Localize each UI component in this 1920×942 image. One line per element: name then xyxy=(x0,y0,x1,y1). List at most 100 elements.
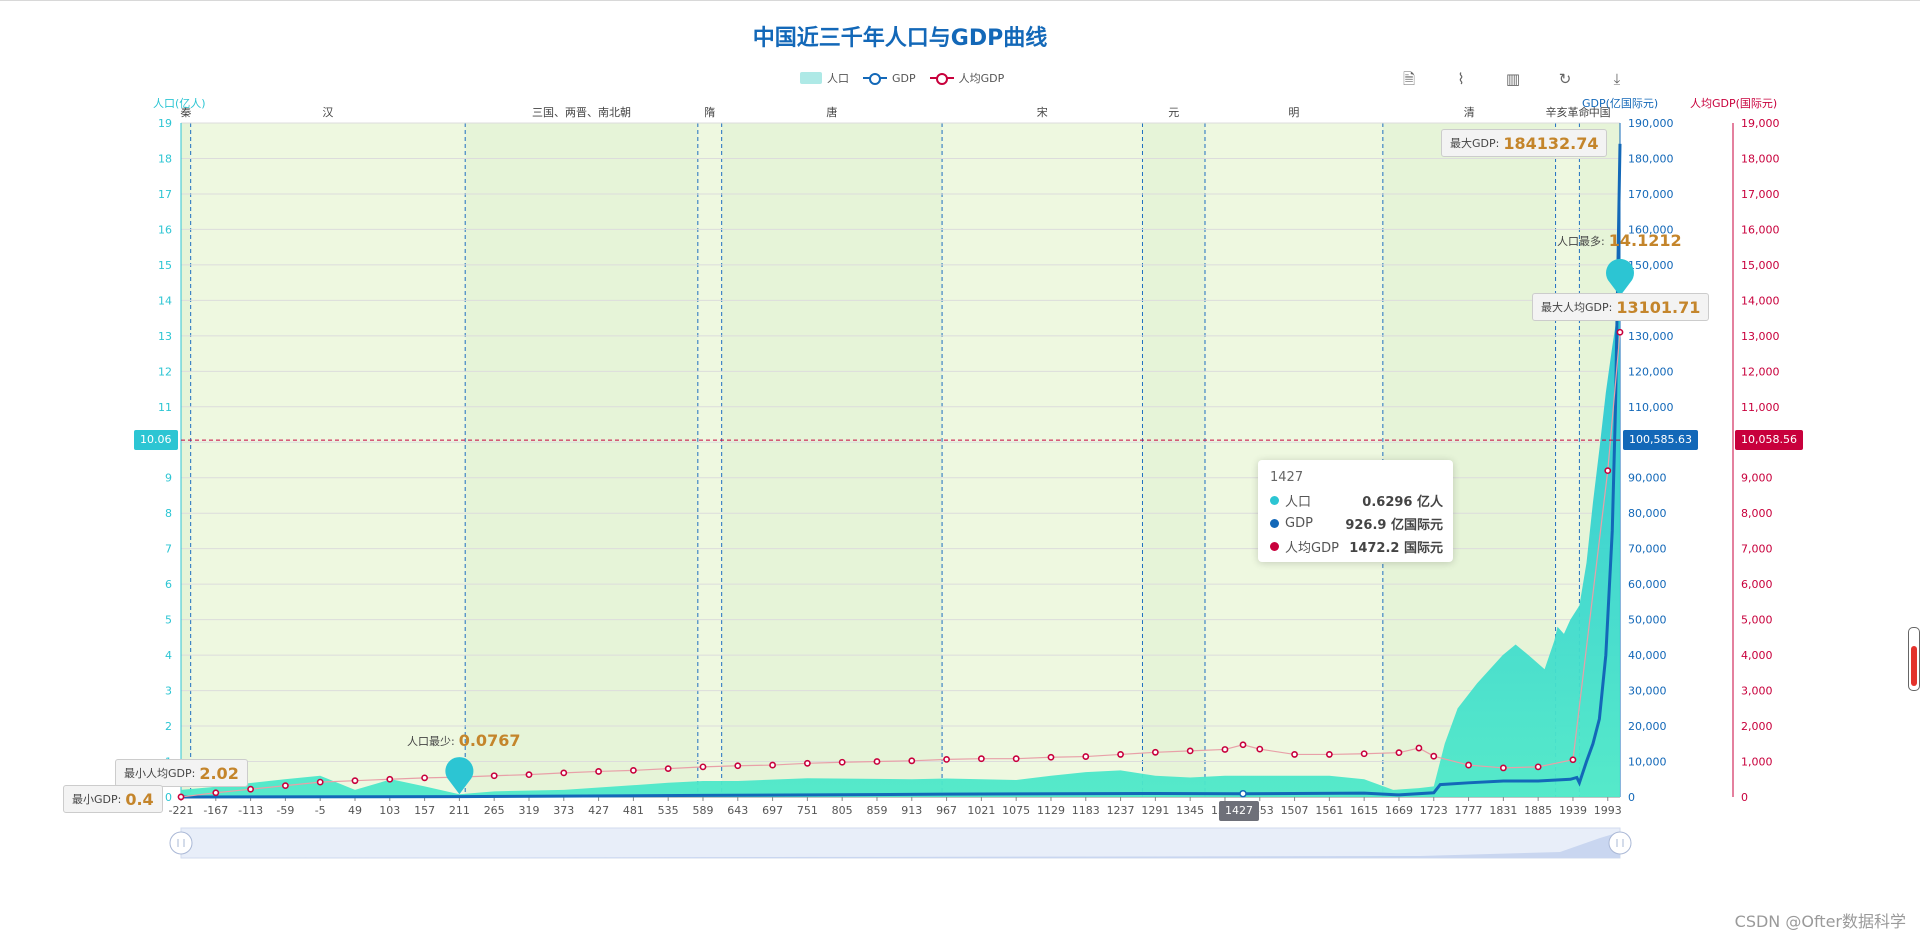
gdp-per-capita-point xyxy=(734,762,742,770)
min-gdp-per-capita-label: 最小人均GDP: xyxy=(124,767,196,780)
max-gdp-value: 184132.74 xyxy=(1503,133,1599,153)
data-zoom-track[interactable] xyxy=(180,827,1621,859)
gdp-per-capita-tick-label: 13,000 xyxy=(1741,330,1780,343)
x-tick-label: 427 xyxy=(588,804,609,817)
dynasty-band xyxy=(942,123,1143,797)
dynasty-band xyxy=(721,123,943,797)
gdp-tick-label: 60,000 xyxy=(1628,578,1667,591)
gdp-per-capita-point xyxy=(281,782,289,790)
x-tick-label: 1885 xyxy=(1524,804,1552,817)
x-tick-label: 535 xyxy=(658,804,679,817)
max-gdp-per-capita-label: 最大人均GDP: xyxy=(1541,301,1613,314)
tooltip-dot-population xyxy=(1270,495,1279,505)
x-tick-label: -59 xyxy=(276,804,294,817)
gdp-per-capita-tick-label: 1,000 xyxy=(1741,756,1773,769)
x-tick-label: 1831 xyxy=(1489,804,1517,817)
min-gdp-per-capita-value: 2.02 xyxy=(199,763,239,783)
gdp-per-capita-tick-label: 5,000 xyxy=(1741,614,1773,627)
x-tick-label: 481 xyxy=(623,804,644,817)
gdp-tick-label: 90,000 xyxy=(1628,472,1667,485)
dynasty-band xyxy=(465,123,698,797)
data-zoom-handle[interactable] xyxy=(1608,831,1632,855)
page-scroll-indicator[interactable] xyxy=(1908,627,1920,691)
population-tick-label: 14 xyxy=(158,294,172,307)
gdp-per-capita-point xyxy=(977,755,985,763)
x-tick-label: 1723 xyxy=(1420,804,1448,817)
population-tick-label: 11 xyxy=(158,401,172,414)
gdp-per-capita-point xyxy=(560,769,568,777)
gdp-per-capita-point xyxy=(1534,763,1542,771)
gdp-per-capita-point xyxy=(1604,467,1612,475)
tooltip-value-gdp-per-capita: 1472.2 国际元 xyxy=(1349,540,1443,556)
gdp-axis-pointer-badge: 100,585.63 xyxy=(1623,430,1698,450)
x-tick-label: -5 xyxy=(315,804,326,817)
x-tick-label: 1129 xyxy=(1037,804,1065,817)
x-tick-label: 697 xyxy=(762,804,783,817)
gdp-per-capita-point xyxy=(1499,764,1507,772)
chart-canvas[interactable]: 秦汉三国、两晋、南北朝隋唐宋元明清辛亥革命中国01234567891011121… xyxy=(0,0,1920,942)
gdp-per-capita-point xyxy=(1012,755,1020,763)
gdp-per-capita-tick-label: 9,000 xyxy=(1741,472,1773,485)
gdp-tick-label: 0 xyxy=(1628,791,1635,804)
gdp-per-capita-point xyxy=(1291,751,1298,758)
min-population-value: 0.0767 xyxy=(458,731,521,750)
gdp-per-capita-point xyxy=(212,789,220,797)
gdp-tick-label: 170,000 xyxy=(1628,188,1674,201)
gdp-per-capita-tick-label: 11,000 xyxy=(1741,401,1780,414)
gdp-per-capita-point xyxy=(664,765,672,773)
gdp-per-capita-point xyxy=(1569,756,1577,764)
min-gdp-value: 0.4 xyxy=(125,789,154,809)
x-tick-label: 1183 xyxy=(1072,804,1100,817)
gdp-tick-label: 180,000 xyxy=(1628,152,1674,165)
x-tick-label: 1237 xyxy=(1107,804,1135,817)
gdp-per-capita-point xyxy=(1151,748,1159,756)
min-population-label: 人口最少: xyxy=(407,734,455,748)
dynasty-band xyxy=(1142,123,1205,797)
gdp-per-capita-point xyxy=(247,785,254,793)
x-tick-label: 1777 xyxy=(1455,804,1483,817)
gdp-tick-label: 120,000 xyxy=(1628,365,1674,378)
gdp-per-capita-tick-label: 4,000 xyxy=(1741,649,1773,662)
gdp-per-capita-point xyxy=(1465,761,1472,769)
x-tick-label: -113 xyxy=(238,804,263,817)
gdp-per-capita-point xyxy=(908,757,916,765)
gdp-per-capita-point xyxy=(421,774,428,782)
gdp-per-capita-point xyxy=(1430,752,1438,760)
tooltip-dot-gdp xyxy=(1270,518,1279,528)
gdp-tick-label: 40,000 xyxy=(1628,649,1667,662)
gdp-per-capita-point xyxy=(177,793,185,801)
population-tick-label: 4 xyxy=(165,649,172,662)
min-gdp-callout: 最小GDP: 0.4 xyxy=(63,785,163,813)
gdp-per-capita-point xyxy=(873,758,881,765)
gdp-tick-label: 70,000 xyxy=(1628,543,1667,556)
x-tick-label: 967 xyxy=(936,804,957,817)
max-gdp-callout: 最大GDP: 184132.74 xyxy=(1441,129,1608,157)
gdp-per-capita-tick-label: 6,000 xyxy=(1741,578,1773,591)
gdp-per-capita-point xyxy=(803,759,811,767)
max-gdp-label: 最大GDP: xyxy=(1450,137,1500,150)
population-tick-label: 18 xyxy=(158,152,172,165)
population-tick-label: 2 xyxy=(165,720,172,733)
x-axis-pointer-badge: 1427 xyxy=(1219,801,1259,821)
gdp-per-capita-point xyxy=(1616,328,1624,336)
max-gdp-per-capita-callout: 最大人均GDP: 13101.71 xyxy=(1532,293,1710,321)
x-tick-label: 1021 xyxy=(967,804,995,817)
x-tick-label: 1345 xyxy=(1176,804,1204,817)
x-tick-label: 751 xyxy=(797,804,818,817)
gdp-per-capita-point xyxy=(769,761,776,769)
gdp-tick-label: 80,000 xyxy=(1628,507,1667,520)
dynasty-band xyxy=(181,123,191,797)
gdp-tick-label: 30,000 xyxy=(1628,685,1667,698)
gdp-tick-label: 150,000 xyxy=(1628,259,1674,272)
x-tick-label: 49 xyxy=(348,804,362,817)
data-zoom-handle[interactable] xyxy=(169,831,193,855)
dynasty-label: 唐 xyxy=(826,105,837,119)
gdp-per-capita-tick-label: 18,000 xyxy=(1741,152,1780,165)
population-axis-title: 人口(亿人) xyxy=(153,97,206,110)
min-gdp-per-capita-callout: 最小人均GDP: 2.02 xyxy=(115,759,248,787)
population-tick-label: 17 xyxy=(158,188,172,201)
dynasty-band xyxy=(190,123,466,797)
dynasty-label: 宋 xyxy=(1037,105,1048,119)
x-tick-label: 589 xyxy=(692,804,713,817)
x-tick-label: 319 xyxy=(518,804,539,817)
